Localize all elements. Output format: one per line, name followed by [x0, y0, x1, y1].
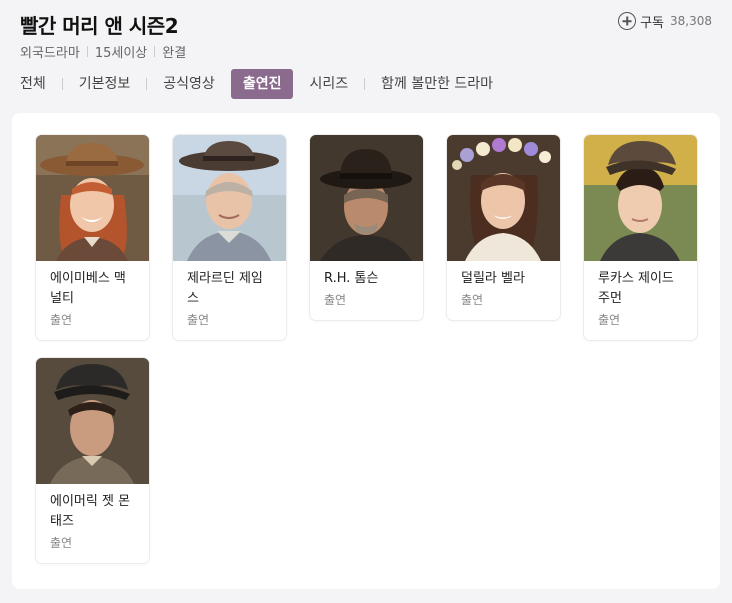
cast-photo: [36, 135, 149, 261]
cast-role: 출연: [598, 313, 621, 327]
cast-name: 루카스 제이드 주먼: [598, 271, 674, 306]
cast-role: 출연: [50, 536, 73, 550]
cast-card[interactable]: 루카스 제이드 주먼 출연: [584, 135, 697, 340]
tab-all[interactable]: 전체: [20, 69, 46, 99]
meta-genre: 외국드라마: [20, 46, 80, 61]
cast-role: 출연: [461, 293, 484, 307]
subscribe-count: 38,308: [670, 14, 712, 28]
cast-photo: [36, 358, 149, 484]
cast-name: 덜릴라 벨라: [461, 271, 525, 286]
subscribe-label: 구독: [640, 15, 664, 31]
cast-role: 출연: [50, 313, 73, 327]
tab-series[interactable]: 시리즈: [309, 69, 348, 99]
meta-info: 외국드라마 15세이상 완결: [20, 42, 186, 61]
cast-panel: 에이미베스 맥널티 출연 제라르딘 제임스 출연 R.H. 톰슨 출연 덜릴라 …: [12, 113, 720, 589]
meta-status: 완결: [162, 46, 187, 61]
tab-divider: [61, 78, 63, 90]
tab-divider: [146, 78, 148, 90]
cast-card[interactable]: 에이머릭 젯 몬태즈 출연: [36, 358, 149, 563]
page-header: 빨간 머리 앤 시즌2 구독 38,308 외국드라마 15세이상 완결 전체 …: [0, 0, 732, 112]
cast-name: R.H. 톰슨: [324, 271, 379, 286]
tab-divider: [364, 78, 366, 90]
tab-official-video[interactable]: 공식영상: [163, 69, 215, 99]
cast-name: 제라르딘 제임스: [187, 271, 263, 306]
cast-photo: [447, 135, 560, 261]
cast-photo: [310, 135, 423, 261]
tab-recommended[interactable]: 함께 볼만한 드라마: [381, 69, 493, 99]
tab-bar: 전체 기본정보 공식영상 출연진 시리즈 함께 볼만한 드라마: [20, 69, 493, 99]
tab-basic-info[interactable]: 기본정보: [79, 69, 131, 99]
meta-divider: [154, 46, 156, 57]
subscribe-button[interactable]: 구독 38,308: [618, 10, 712, 32]
cast-photo: [173, 135, 286, 261]
tab-cast[interactable]: 출연진: [230, 69, 294, 99]
cast-card[interactable]: 제라르딘 제임스 출연: [173, 135, 286, 340]
page-title: 빨간 머리 앤 시즌2: [20, 14, 179, 38]
cast-card[interactable]: R.H. 톰슨 출연: [310, 135, 423, 320]
cast-role: 출연: [187, 313, 210, 327]
cast-role: 출연: [324, 293, 347, 307]
meta-divider: [86, 46, 88, 57]
cast-name: 에이머릭 젯 몬태즈: [50, 494, 131, 529]
plus-circle-icon: [618, 12, 637, 30]
meta-rating: 15세이상: [94, 46, 148, 61]
cast-card[interactable]: 에이미베스 맥널티 출연: [36, 135, 149, 340]
cast-card[interactable]: 덜릴라 벨라 출연: [447, 135, 560, 320]
cast-name: 에이미베스 맥널티: [50, 271, 126, 306]
cast-photo: [584, 135, 697, 261]
